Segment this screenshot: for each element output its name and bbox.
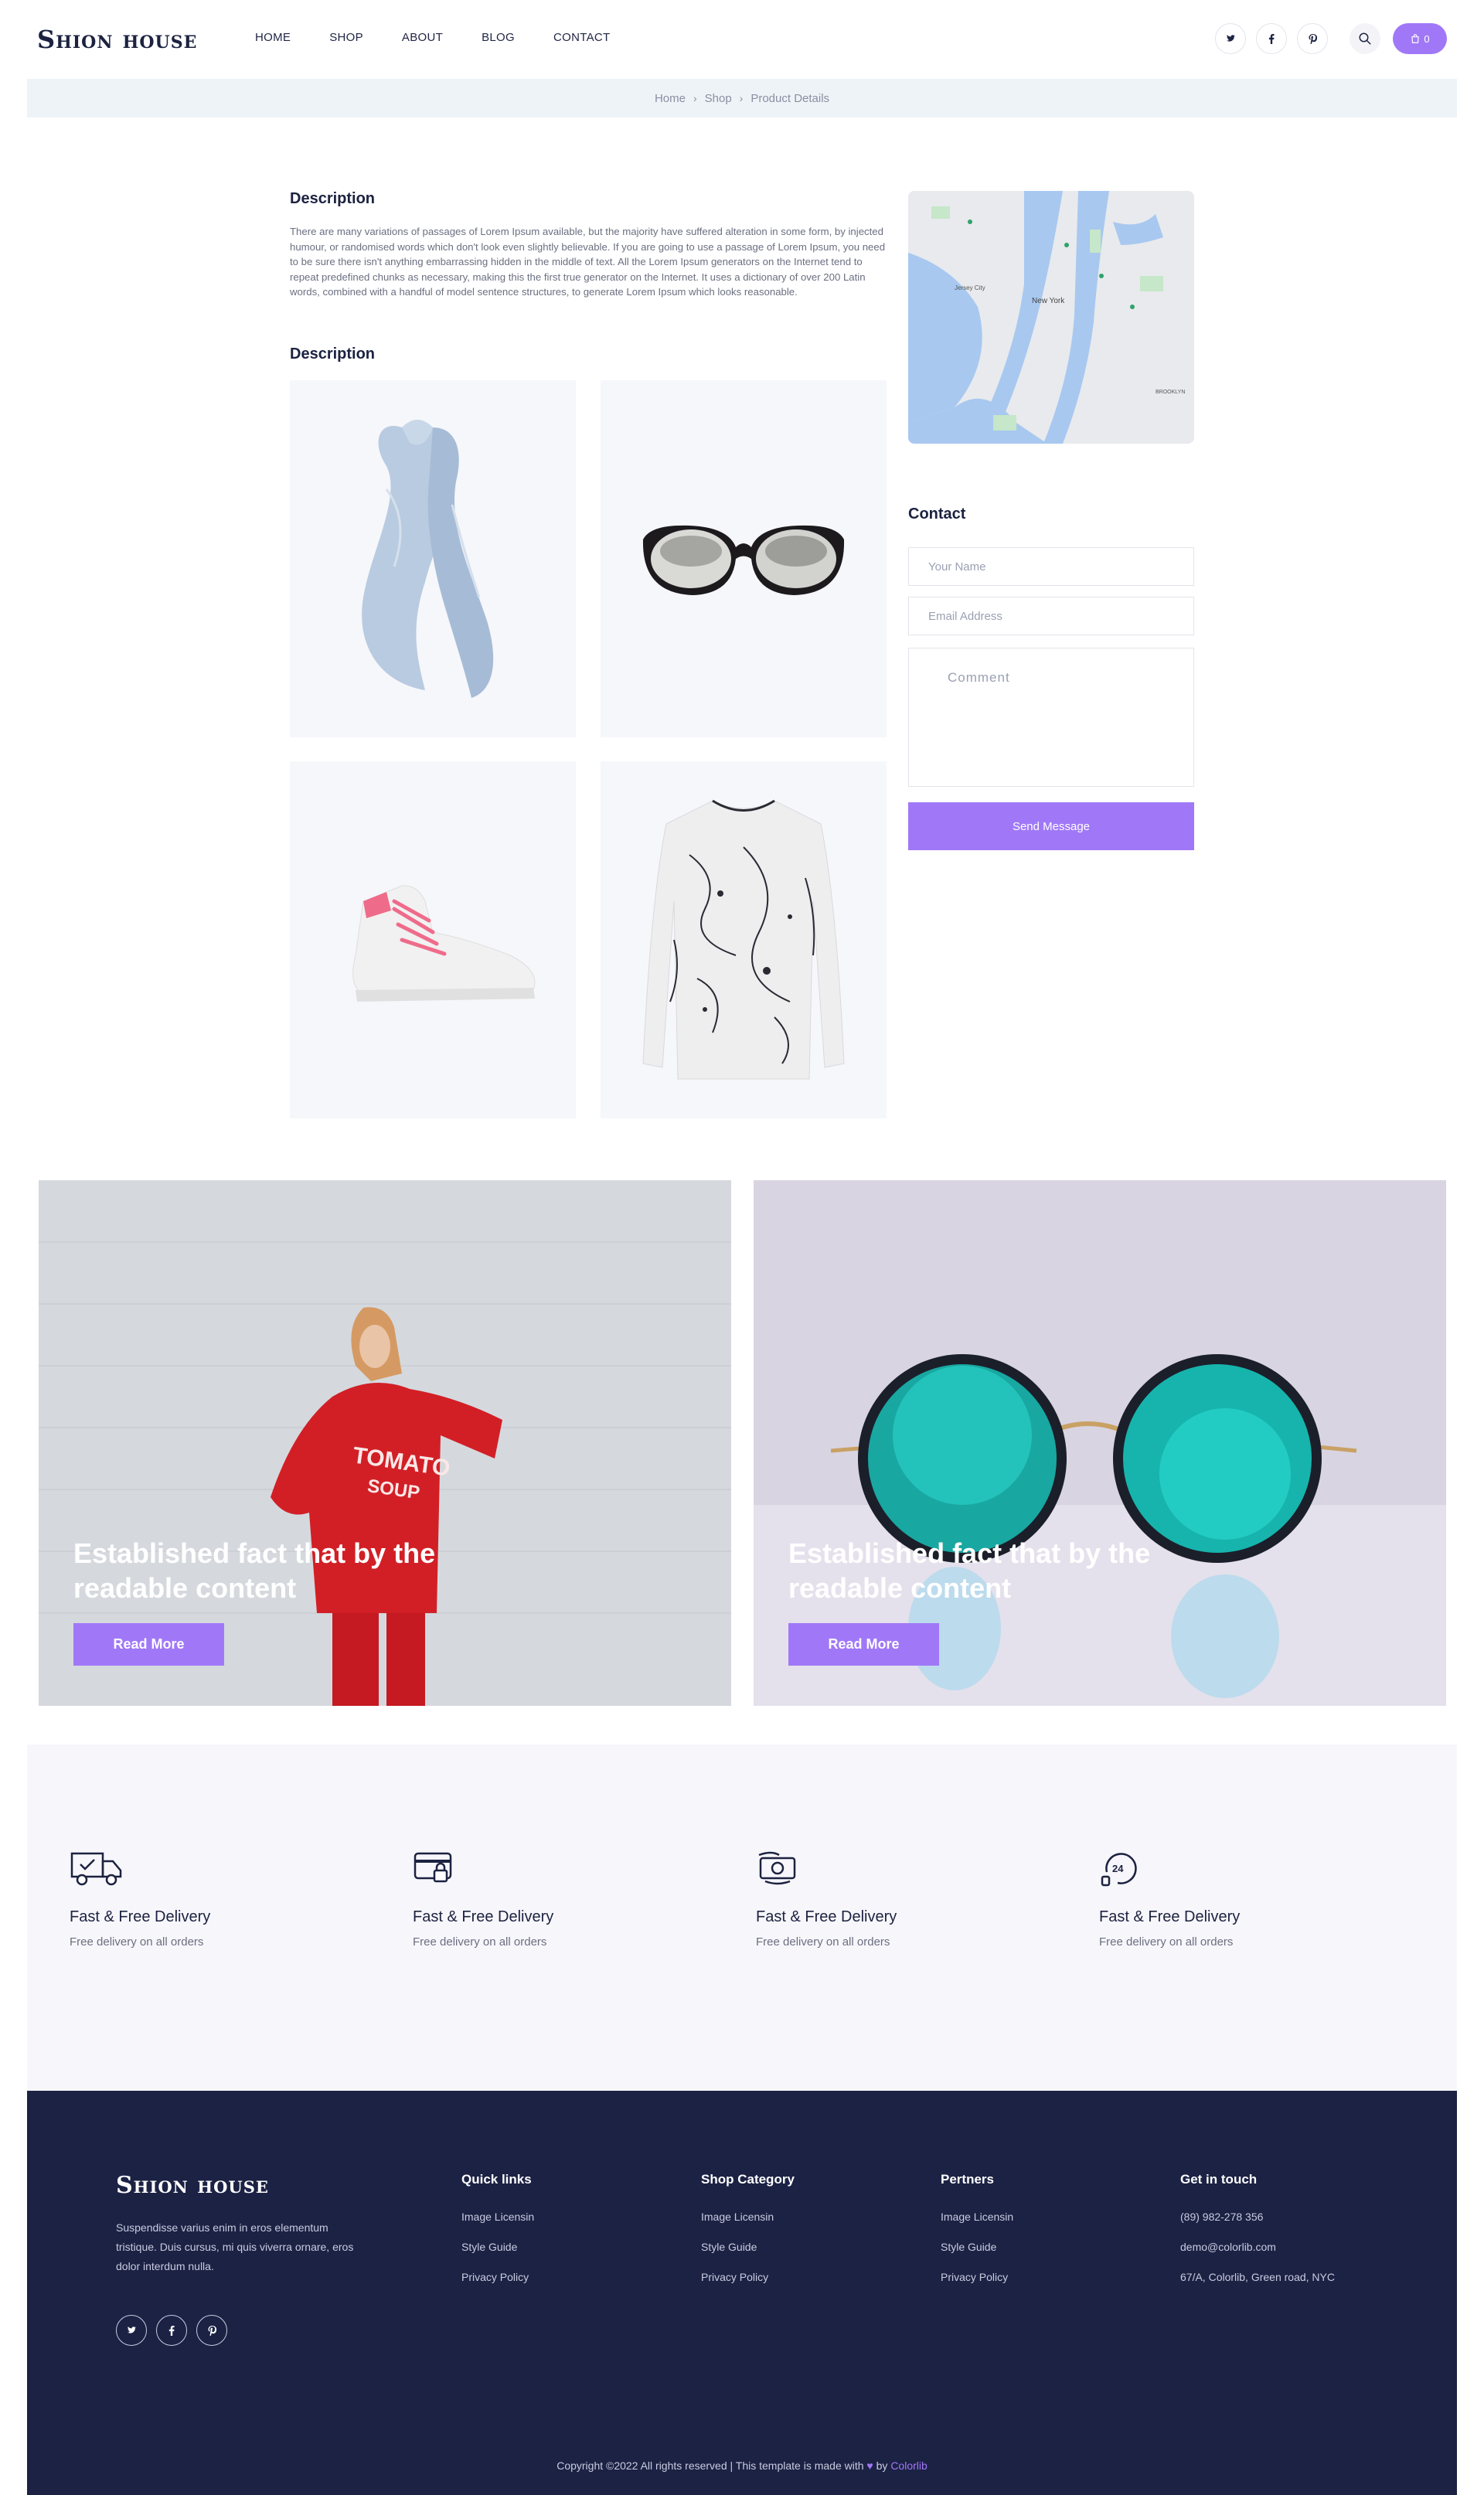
footer-about: Suspendisse varius enim in eros elementu…: [116, 2221, 354, 2272]
footer-phone[interactable]: (89) 982-278 356: [1180, 2211, 1335, 2223]
features-section: Fast & Free Delivery Free delivery on al…: [27, 1744, 1457, 2091]
cart-count: 0: [1424, 32, 1430, 45]
footer-column-partners: Pertners Image Licensin Style Guide Priv…: [941, 2172, 1013, 2301]
header-social-links: [1215, 23, 1328, 54]
gallery-title: Description: [290, 345, 376, 363]
heart-icon: ♥: [866, 2459, 873, 2472]
send-message-button[interactable]: Send Message: [908, 802, 1194, 850]
card-icon: [414, 1852, 452, 1883]
copyright-by: by: [876, 2459, 888, 2472]
banner-1-read-more-button[interactable]: Read More: [73, 1623, 224, 1666]
cart-button[interactable]: 0: [1393, 23, 1447, 54]
map-label-brooklyn: BROOKLYN: [1156, 390, 1185, 395]
footer-column-title: Get in touch: [1180, 2172, 1258, 2187]
nav-home[interactable]: HOME: [255, 31, 291, 44]
feature-subtitle: Free delivery on all orders: [70, 1935, 204, 1949]
footer-link[interactable]: Privacy Policy: [701, 2271, 795, 2283]
copyright: Copyright ©2022 All rights reserved | Th…: [27, 2459, 1457, 2472]
footer-link[interactable]: Image Licensin: [701, 2211, 795, 2223]
breadcrumb-home[interactable]: Home: [655, 92, 686, 105]
footer-link[interactable]: Image Licensin: [461, 2211, 534, 2223]
footer-email[interactable]: demo@colorlib.com: [1180, 2241, 1335, 2253]
footer-social-links: [116, 2315, 227, 2346]
bag-icon: [1411, 34, 1420, 43]
search-icon[interactable]: [1350, 23, 1380, 54]
twitter-icon[interactable]: [116, 2315, 147, 2346]
name-input[interactable]: Your Name: [908, 547, 1194, 586]
nav-about[interactable]: ABOUT: [402, 31, 443, 44]
footer-logo[interactable]: Shion house: [116, 2172, 269, 2199]
footer-column-title: Pertners: [941, 2172, 994, 2187]
facebook-icon[interactable]: [156, 2315, 187, 2346]
site-footer: Shion house Suspendisse varius enim in e…: [27, 2091, 1457, 2495]
product-image-sweater[interactable]: [601, 761, 887, 1118]
feature-title: Fast & Free Delivery: [413, 1908, 554, 1925]
pinterest-icon[interactable]: [196, 2315, 227, 2346]
location-map[interactable]: New York Jersey City BROOKLYN: [908, 191, 1194, 444]
svg-text:24: 24: [1112, 1863, 1124, 1874]
footer-column-quick-links: Quick links Image Licensin Style Guide P…: [461, 2172, 534, 2301]
footer-column-shop-category: Shop Category Image Licensin Style Guide…: [701, 2172, 795, 2301]
footer-link[interactable]: Style Guide: [701, 2241, 795, 2253]
breadcrumb-shop[interactable]: Shop: [705, 92, 732, 105]
feature-item: 24 Fast & Free Delivery Free delivery on…: [1099, 1849, 1393, 1949]
footer-column-title: Shop Category: [701, 2172, 795, 2187]
footer-column-get-in-touch: Get in touch (89) 982-278 356 demo@color…: [1180, 2172, 1335, 2301]
chevron-right-icon: ›: [739, 92, 744, 104]
description-title: Description: [290, 190, 376, 207]
product-image-sunglasses[interactable]: [601, 380, 887, 737]
banner-2-read-more-button[interactable]: Read More: [788, 1623, 939, 1666]
nav-shop[interactable]: SHOP: [329, 31, 363, 44]
footer-link[interactable]: Style Guide: [941, 2241, 1013, 2253]
footer-link[interactable]: Image Licensin: [941, 2211, 1013, 2223]
product-image-sneaker[interactable]: [290, 761, 576, 1118]
feature-title: Fast & Free Delivery: [70, 1908, 211, 1925]
comment-textarea[interactable]: Comment: [908, 648, 1194, 787]
nav-contact[interactable]: CONTACT: [553, 31, 610, 44]
facebook-icon[interactable]: [1256, 23, 1287, 54]
breadcrumb: Home › Shop › Product Details: [27, 79, 1457, 117]
footer-link[interactable]: Privacy Policy: [941, 2271, 1013, 2283]
feature-subtitle: Free delivery on all orders: [1099, 1935, 1234, 1949]
pinterest-icon[interactable]: [1297, 23, 1328, 54]
feature-item: Fast & Free Delivery Free delivery on al…: [756, 1849, 1050, 1949]
twitter-icon[interactable]: [1215, 23, 1246, 54]
site-header: Shion house HOME SHOP ABOUT BLOG CONTACT…: [0, 0, 1484, 77]
map-label-new-york: New York: [1032, 297, 1065, 305]
footer-column-title: Quick links: [461, 2172, 532, 2187]
banner-1-title: Established fact that by the readable co…: [73, 1537, 436, 1604]
support-24-icon: 24: [1101, 1853, 1137, 1887]
feature-title: Fast & Free Delivery: [1099, 1908, 1241, 1925]
promo-banner-2: Established fact that by the readable co…: [754, 1180, 1446, 1706]
contact-title: Contact: [908, 505, 966, 522]
product-image-scarf[interactable]: [290, 380, 576, 737]
feature-item: Fast & Free Delivery Free delivery on al…: [70, 1849, 363, 1949]
banner-2-title: Established fact that by the readable co…: [788, 1537, 1151, 1604]
feature-subtitle: Free delivery on all orders: [413, 1935, 547, 1949]
site-logo[interactable]: Shion house: [37, 25, 197, 54]
feature-subtitle: Free delivery on all orders: [756, 1935, 890, 1949]
money-icon: [758, 1851, 796, 1885]
description-text: There are many variations of passages of…: [290, 226, 886, 298]
copyright-text: Copyright ©2022 All rights reserved | Th…: [556, 2459, 864, 2472]
truck-icon: [70, 1852, 122, 1886]
main-nav: HOME SHOP ABOUT BLOG CONTACT: [255, 31, 648, 44]
breadcrumb-current: Product Details: [751, 91, 830, 105]
chevron-right-icon: ›: [693, 92, 697, 104]
footer-address: 67/A, Colorlib, Green road, NYC: [1180, 2271, 1335, 2283]
colorlib-link[interactable]: Colorlib: [890, 2459, 927, 2472]
footer-link[interactable]: Style Guide: [461, 2241, 534, 2253]
email-input[interactable]: Email Address: [908, 597, 1194, 635]
feature-title: Fast & Free Delivery: [756, 1908, 897, 1925]
promo-banner-1: TOMATO SOUP Established fact that by the…: [39, 1180, 731, 1706]
footer-link[interactable]: Privacy Policy: [461, 2271, 534, 2283]
nav-blog[interactable]: BLOG: [482, 31, 515, 44]
feature-item: Fast & Free Delivery Free delivery on al…: [413, 1849, 706, 1949]
map-label-jersey-city: Jersey City: [955, 284, 985, 291]
